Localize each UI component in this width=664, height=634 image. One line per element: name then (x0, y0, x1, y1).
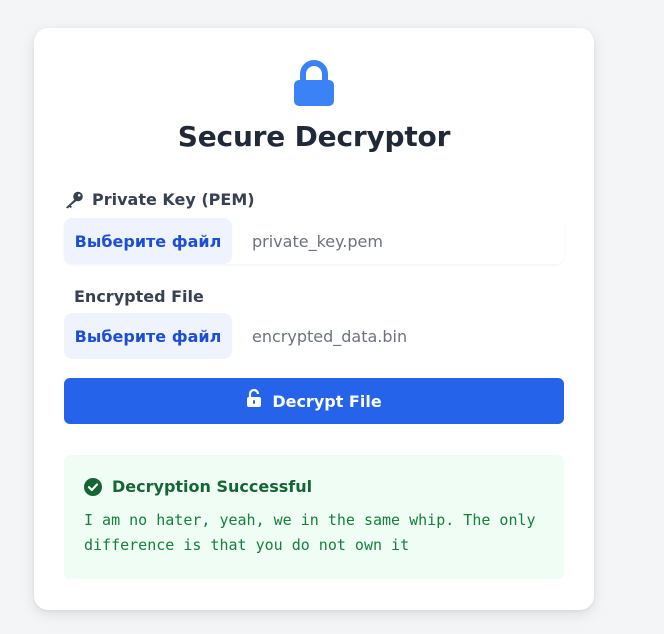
encrypted-file-label: Encrypted File (74, 287, 204, 306)
result-title: Decryption Successful (112, 477, 313, 496)
result-header: Decryption Successful (84, 477, 544, 496)
page-title: Secure Decryptor (177, 120, 451, 153)
encrypted-file-input[interactable]: Выберите файл encrypted_data.bin (64, 313, 564, 359)
private-key-label-text: Private Key (PEM) (92, 190, 255, 209)
encrypted-file-choose-button[interactable]: Выберите файл (64, 313, 232, 359)
decrypted-text: I am no hater, yeah, we in the same whip… (84, 511, 536, 554)
private-key-label: Private Key (PEM) (64, 190, 255, 209)
check-circle-icon (84, 477, 102, 496)
encrypted-file-name: encrypted_data.bin (252, 326, 408, 346)
result-panel: Decryption Successful I am no hater, yea… (64, 455, 564, 579)
unlock-icon (246, 388, 262, 407)
decrypt-button[interactable]: Decrypt File (64, 378, 564, 424)
private-key-choose-button[interactable]: Выберите файл (64, 218, 232, 264)
decryptor-card: Secure Decryptor Private Key (PEM) Выбер… (34, 28, 594, 610)
lock-icon (292, 60, 336, 108)
decrypt-button-label: Decrypt File (272, 391, 382, 411)
key-icon (64, 191, 84, 209)
private-key-file-name: private_key.pem (252, 231, 383, 251)
private-key-file-input[interactable]: Выберите файл private_key.pem (64, 218, 564, 264)
